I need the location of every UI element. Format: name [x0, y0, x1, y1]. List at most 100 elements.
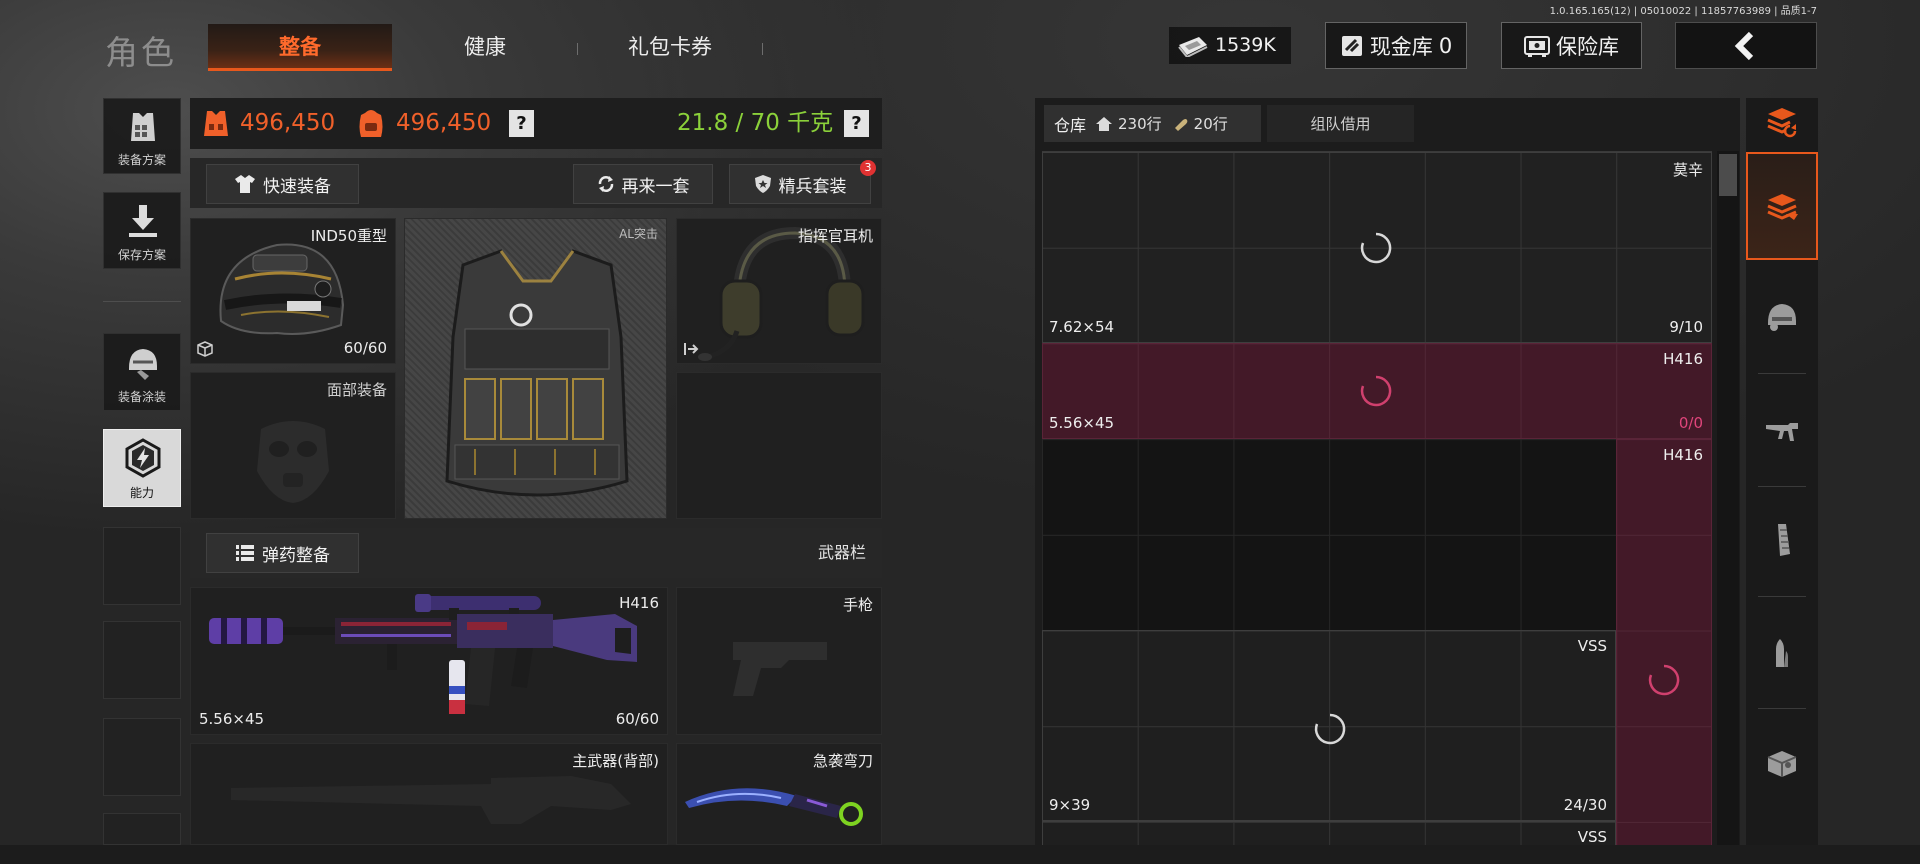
- bullet-icon[interactable]: [1764, 635, 1800, 671]
- sidebar-empty-slot: [103, 718, 181, 796]
- sidebar-empty-slot: [103, 527, 181, 605]
- item-caliber: 7.62×54: [1049, 318, 1115, 336]
- empty-gear-slot[interactable]: [676, 372, 882, 519]
- headset-slot[interactable]: 指挥官耳机: [676, 218, 882, 364]
- warehouse-item[interactable]: H416: [1616, 439, 1712, 845]
- weight-readout: 21.8 / 70 千克: [677, 110, 834, 136]
- sidebar-item-ability[interactable]: 能力: [103, 429, 181, 507]
- tab-loadout[interactable]: 整备: [208, 24, 392, 71]
- tab-divider: [762, 43, 763, 55]
- helmet-name: IND50重型: [310, 227, 387, 245]
- warehouse-item[interactable]: VSS: [1042, 821, 1616, 845]
- category-all-items[interactable]: [1746, 152, 1818, 260]
- tab-health[interactable]: 健康: [420, 24, 550, 71]
- warehouse-tab-label: 仓库: [1054, 115, 1087, 135]
- melee-slot-name: 急袭弯刀: [812, 752, 873, 770]
- backpack-value: 496,450: [396, 110, 492, 136]
- elite-set-label: 精兵套装: [778, 176, 847, 197]
- safe-icon: [1524, 35, 1550, 57]
- money-display: 1539K: [1169, 27, 1291, 64]
- warehouse-tab[interactable]: 仓库 230行 20行: [1044, 105, 1261, 142]
- safe-label: 保险库: [1556, 34, 1619, 59]
- team-borrow-tab[interactable]: 组队借用: [1267, 105, 1414, 142]
- paint-helmet-icon: [129, 349, 157, 380]
- item-count: 24/30: [1563, 796, 1607, 814]
- pistol-slot[interactable]: 手枪: [676, 587, 882, 735]
- sidebar-item-loadout-plan[interactable]: 装备方案: [103, 98, 181, 174]
- sidebar-empty-slot: [103, 621, 181, 699]
- warehouse-scrollbar[interactable]: [1717, 151, 1739, 845]
- box-icon: [197, 341, 213, 357]
- sidebar-empty-slot: [103, 813, 181, 845]
- back-weapon-slot-name: 主武器(背部): [572, 752, 659, 770]
- helmet-icon[interactable]: [1764, 299, 1800, 335]
- cash-vault-button[interactable]: 现金库 0: [1325, 22, 1467, 69]
- sidebar-item-label: 装备涂装: [117, 390, 166, 404]
- elite-set-button[interactable]: 精兵套装: [729, 164, 871, 204]
- primary-weapon-name: H416: [619, 594, 659, 612]
- quick-equip-label: 快速装备: [263, 176, 331, 197]
- quick-equip-button[interactable]: 快速装备: [206, 164, 359, 204]
- loading-spinner-icon: [1360, 232, 1392, 264]
- magazine-icon[interactable]: [1764, 522, 1800, 558]
- sidebar-item-save-plan[interactable]: 保存方案: [103, 192, 181, 269]
- cash-vault-icon: [1341, 35, 1362, 56]
- warehouse-scrollbar-thumb[interactable]: [1719, 154, 1737, 196]
- warehouse-item[interactable]: 莫辛 7.62×54 9/10: [1042, 152, 1712, 343]
- melee-slot[interactable]: 急袭弯刀: [676, 743, 882, 845]
- repeat-set-button[interactable]: 再来一套: [573, 164, 713, 204]
- safe-button[interactable]: 保险库: [1501, 22, 1642, 69]
- tab-divider: [577, 43, 578, 55]
- weight-help-button[interactable]: ?: [844, 110, 869, 137]
- item-count: 9/10: [1669, 318, 1703, 336]
- headset-name: 指挥官耳机: [797, 227, 873, 245]
- home-icon: [1096, 116, 1113, 131]
- warehouse-item[interactable]: H416 5.56×45 0/0: [1042, 343, 1712, 439]
- category-divider: [1758, 708, 1806, 709]
- loading-spinner-icon: [1360, 375, 1392, 407]
- warehouse-grid[interactable]: 莫辛 7.62×54 9/10 H416 5.56×45 0/0 H416 VS…: [1042, 151, 1712, 845]
- warehouse-extra-rows: 20行: [1193, 115, 1228, 133]
- primary-weapon-caliber: 5.56×45: [199, 710, 265, 728]
- cash-vault-label: 现金库: [1369, 34, 1433, 59]
- back-button[interactable]: [1675, 22, 1817, 69]
- ammo-supply-label: 弹药整备: [262, 545, 330, 566]
- item-name: VSS: [1577, 637, 1607, 655]
- face-slot-name: 面部装备: [326, 381, 387, 399]
- attachment-box-icon[interactable]: [1764, 745, 1800, 781]
- armor-image: [445, 249, 629, 497]
- helmet-slot[interactable]: IND50重型 60/60: [190, 218, 396, 364]
- weapon-bar-label: 武器栏: [817, 543, 866, 562]
- armor-slot[interactable]: AL突击: [404, 218, 667, 519]
- primary-weapon-ammo: 60/60: [615, 710, 659, 728]
- rifle-icon[interactable]: [1764, 411, 1800, 447]
- warehouse-sort-icon[interactable]: [1764, 104, 1800, 140]
- ammo-row-icon: [1174, 118, 1187, 131]
- refresh-icon: [598, 176, 613, 192]
- warehouse-item[interactable]: VSS 9×39 24/30: [1042, 630, 1616, 821]
- value-help-button[interactable]: ?: [509, 110, 534, 137]
- item-caliber: 5.56×45: [1049, 414, 1115, 432]
- face-slot[interactable]: 面部装备: [190, 372, 396, 519]
- helmet-durability: 60/60: [343, 339, 387, 357]
- item-name: H416: [1663, 446, 1703, 464]
- back-weapon-slot[interactable]: 主武器(背部): [190, 743, 668, 845]
- page-title: 角色: [105, 33, 177, 72]
- ammo-supply-button[interactable]: 弹药整备: [206, 533, 359, 573]
- sidebar-item-skin-paint[interactable]: 装备涂装: [103, 333, 181, 411]
- ability-hex-icon: [125, 438, 161, 478]
- item-name: 莫辛: [1672, 161, 1703, 179]
- shield-icon: [754, 175, 771, 193]
- money-value: 1539K: [1215, 34, 1276, 56]
- tab-gift-vouchers[interactable]: 礼包卡券: [600, 24, 740, 71]
- elite-set-badge: 3: [860, 160, 876, 176]
- cash-vault-value: 0: [1438, 33, 1453, 58]
- item-name: VSS: [1577, 828, 1607, 845]
- save-download-icon: [129, 205, 157, 237]
- primary-weapon-slot[interactable]: H416 5.56×45 60/60: [190, 587, 668, 735]
- cash-bundle-icon: [1178, 37, 1208, 57]
- item-name: H416: [1663, 350, 1703, 368]
- item-caliber: 9×39: [1049, 796, 1091, 814]
- loadout-plan-icon: [131, 113, 155, 141]
- armor-value: 496,450: [240, 110, 336, 136]
